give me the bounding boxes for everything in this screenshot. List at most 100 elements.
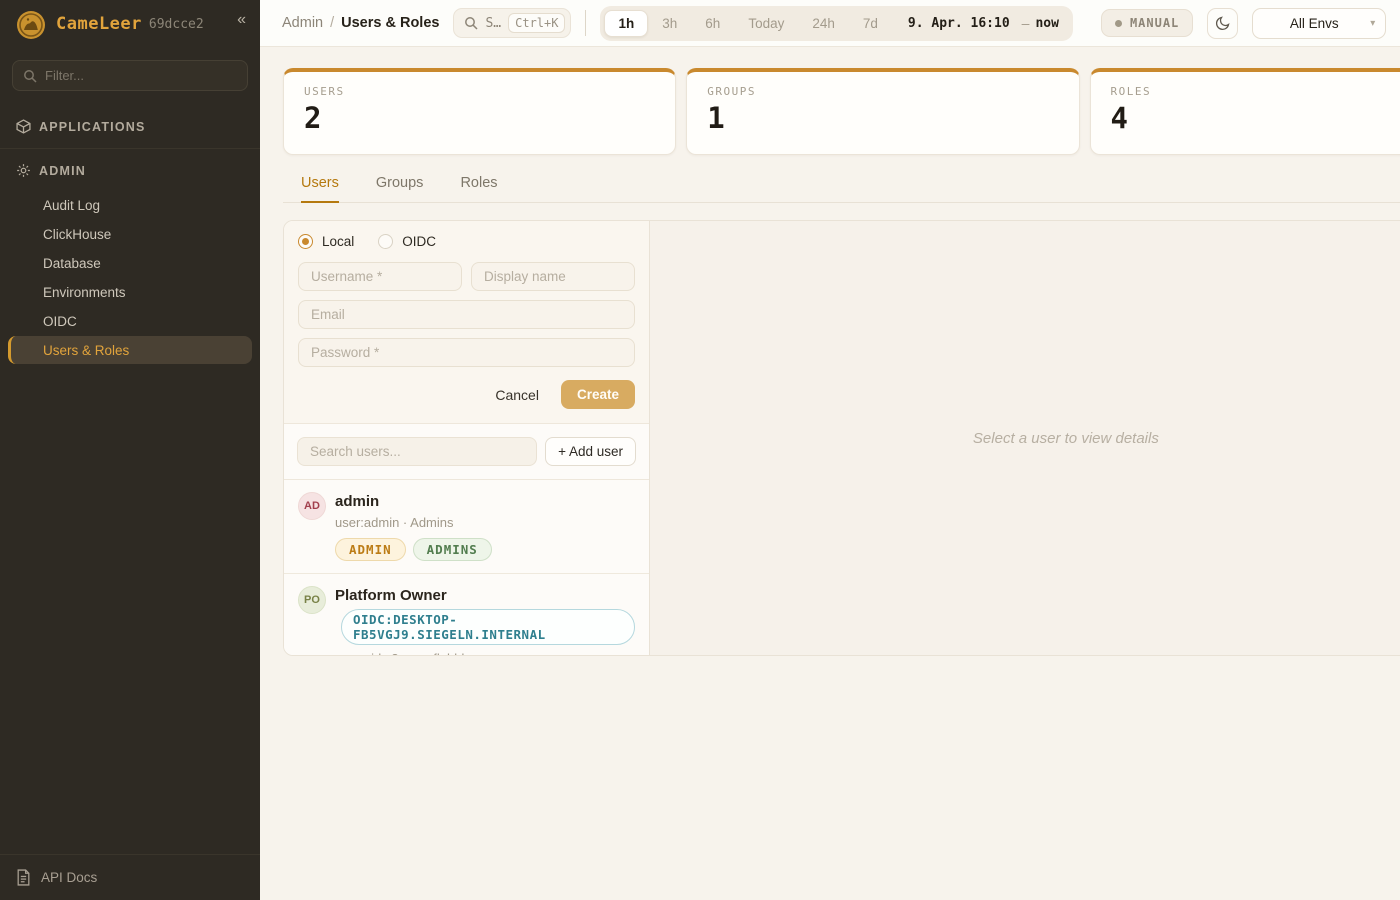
api-docs-label: API Docs <box>41 870 97 885</box>
main-area: Admin / Users & Roles S… Ctrl+K 1h 3h 6h… <box>260 0 1400 900</box>
topbar: Admin / Users & Roles S… Ctrl+K 1h 3h 6h… <box>260 0 1400 47</box>
chevron-down-icon: ▾ <box>1370 18 1375 29</box>
stat-card-users[interactable]: USERS 2 <box>283 68 676 155</box>
user-search-row: + Add user <box>284 424 649 480</box>
user-row-platform-owner[interactable]: PO Platform Owner OIDC:DESKTOP-FB5VGJ9.S… <box>284 574 649 655</box>
sidebar-item-users-roles[interactable]: Users & Roles <box>8 336 252 364</box>
stat-label: ROLES <box>1111 85 1400 98</box>
stat-label: GROUPS <box>707 85 1058 98</box>
sidebar-item-label: OIDC <box>43 314 77 329</box>
password-field[interactable] <box>298 338 635 367</box>
version-label: 69dcce2 <box>149 17 204 32</box>
cube-icon <box>16 119 31 134</box>
refresh-mode-label: MANUAL <box>1130 16 1179 30</box>
time-range-24h[interactable]: 24h <box>798 10 849 37</box>
user-name: admin <box>335 492 492 511</box>
user-row-admin[interactable]: AD admin user:admin · Admins ADMIN ADMIN… <box>284 480 649 574</box>
search-label: S… <box>485 16 501 31</box>
search-shortcut-kbd: Ctrl+K <box>508 13 565 33</box>
users-panel-left: Local OIDC <box>284 221 650 655</box>
document-icon <box>16 869 31 886</box>
breadcrumb-separator: / <box>330 15 334 31</box>
breadcrumb-admin[interactable]: Admin <box>282 15 323 31</box>
sidebar-divider <box>0 148 260 149</box>
search-users-input[interactable] <box>297 437 537 466</box>
sidebar-header: CameLeer 69dcce2 « <box>0 0 260 46</box>
avatar: PO <box>298 586 326 614</box>
create-user-form: Local OIDC <box>284 221 649 424</box>
create-button[interactable]: Create <box>561 380 635 409</box>
sidebar: CameLeer 69dcce2 « APPLICATIONS ADMIN <box>0 0 260 900</box>
theme-toggle-button[interactable] <box>1207 8 1238 39</box>
sidebar-filter[interactable] <box>12 60 248 91</box>
user-badges: ADMIN ADMINS <box>335 538 492 561</box>
sidebar-section-label: ADMIN <box>39 164 86 178</box>
moon-icon <box>1215 15 1231 31</box>
tab-groups[interactable]: Groups <box>376 175 424 203</box>
sidebar-item-label: Audit Log <box>43 198 100 213</box>
radio-label: OIDC <box>402 234 436 249</box>
time-range-1h[interactable]: 1h <box>604 10 648 37</box>
sidebar-admin-items: Audit Log ClickHouse Database Environmen… <box>0 188 260 371</box>
sidebar-item-label: Database <box>43 256 101 271</box>
stat-card-groups[interactable]: GROUPS 1 <box>686 68 1079 155</box>
time-range-today[interactable]: Today <box>734 10 798 37</box>
role-badge: ADMIN <box>335 538 406 561</box>
cancel-button[interactable]: Cancel <box>487 381 547 409</box>
time-to-value[interactable]: now <box>1035 16 1058 31</box>
user-name: Platform Owner <box>335 586 635 605</box>
username-field[interactable] <box>298 262 462 291</box>
breadcrumb: Admin / Users & Roles <box>282 15 439 31</box>
time-from-value[interactable]: 9. Apr. 16:10 <box>908 16 1010 31</box>
tab-roles[interactable]: Roles <box>460 175 497 203</box>
time-range-3h[interactable]: 3h <box>648 10 691 37</box>
search-icon <box>23 69 37 83</box>
stat-label: USERS <box>304 85 655 98</box>
content-area: USERS 2 GROUPS 1 ROLES 4 Users Groups Ro… <box>260 47 1400 900</box>
user-type-radio-group: Local OIDC <box>298 234 635 249</box>
sidebar-item-database[interactable]: Database <box>8 249 252 277</box>
radio-label: Local <box>322 234 354 249</box>
sidebar-section-admin[interactable]: ADMIN <box>0 153 260 188</box>
stat-value: 4 <box>1111 101 1400 135</box>
sidebar-section-applications[interactable]: APPLICATIONS <box>0 109 260 144</box>
api-docs-link[interactable]: API Docs <box>0 854 260 900</box>
sidebar-item-oidc[interactable]: OIDC <box>8 307 252 335</box>
email-field[interactable] <box>298 300 635 329</box>
sidebar-section-label: APPLICATIONS <box>39 120 146 134</box>
user-list: AD admin user:admin · Admins ADMIN ADMIN… <box>284 480 649 655</box>
group-badge: ADMINS <box>413 538 492 561</box>
topbar-divider <box>585 10 586 36</box>
add-user-button[interactable]: + Add user <box>545 437 636 466</box>
gear-icon <box>16 163 31 178</box>
sidebar-item-environments[interactable]: Environments <box>8 278 252 306</box>
user-meta: user:admin · Admins <box>335 515 492 530</box>
tab-users[interactable]: Users <box>301 175 339 203</box>
radio-selected-icon <box>298 234 313 249</box>
environment-select[interactable]: All Envs ▾ <box>1252 8 1386 39</box>
user-detail-panel: Select a user to view details <box>650 221 1400 655</box>
avatar: AD <box>298 492 326 520</box>
radio-unselected-icon <box>378 234 393 249</box>
tab-bar: Users Groups Roles <box>283 175 1400 203</box>
time-range-group: 1h 3h 6h Today 24h 7d 9. Apr. 16:10 – no… <box>600 6 1072 41</box>
stat-value: 2 <box>304 101 655 135</box>
global-search-button[interactable]: S… Ctrl+K <box>453 8 571 38</box>
sidebar-item-label: Environments <box>43 285 126 300</box>
stat-card-roles[interactable]: ROLES 4 <box>1090 68 1400 155</box>
stat-cards: USERS 2 GROUPS 1 ROLES 4 <box>283 68 1400 155</box>
sidebar-item-label: Users & Roles <box>43 343 129 358</box>
radio-oidc[interactable]: OIDC <box>378 234 436 249</box>
display-name-field[interactable] <box>471 262 635 291</box>
sidebar-item-clickhouse[interactable]: ClickHouse <box>8 220 252 248</box>
users-panel: Local OIDC <box>283 220 1400 656</box>
user-meta: user:oidc:8evzqofluhld · no groups <box>335 651 635 655</box>
sidebar-filter-input[interactable] <box>45 68 237 83</box>
time-separator: – <box>1022 15 1030 31</box>
sidebar-item-audit-log[interactable]: Audit Log <box>8 191 252 219</box>
time-range-6h[interactable]: 6h <box>691 10 734 37</box>
collapse-sidebar-icon[interactable]: « <box>237 12 246 28</box>
time-range-7d[interactable]: 7d <box>849 10 892 37</box>
radio-local[interactable]: Local <box>298 234 354 249</box>
refresh-mode-badge[interactable]: MANUAL <box>1101 9 1193 37</box>
